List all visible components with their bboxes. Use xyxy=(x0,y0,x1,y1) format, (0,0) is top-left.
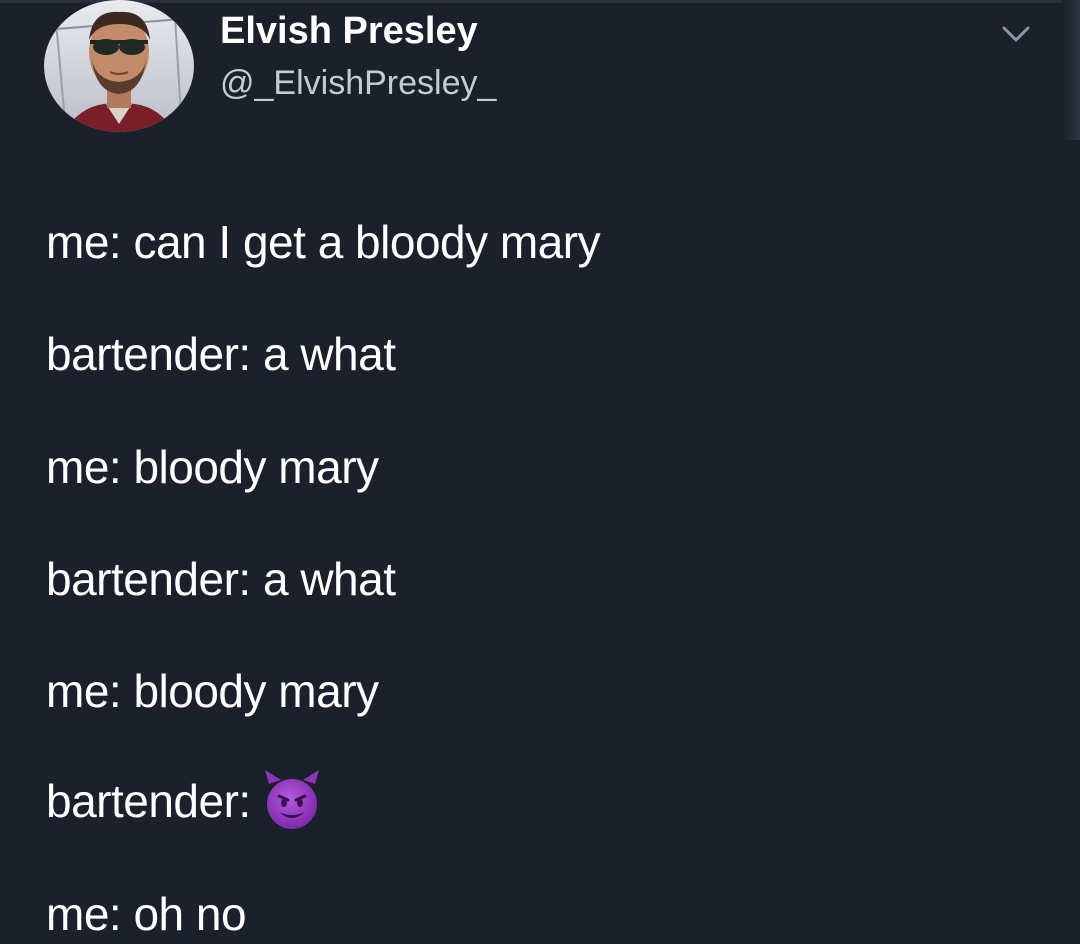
tweet-card: Elvish Presley @_ElvishPresley_ me: can … xyxy=(0,0,1080,940)
author-handle[interactable]: @_ElvishPresley_ xyxy=(220,60,496,106)
tweet-line: me: bloody mary xyxy=(46,441,379,493)
tweet-line: me: oh no xyxy=(46,888,247,940)
tweet-line: me: can I get a bloody mary xyxy=(46,216,601,268)
top-divider xyxy=(0,0,1080,3)
smiling-imp-emoji xyxy=(257,766,327,836)
tweet-line: bartender: a what xyxy=(46,553,396,605)
author-name[interactable]: Elvish Presley xyxy=(220,6,478,56)
tweet-line-text: bartender: xyxy=(46,775,251,827)
edge-shadow xyxy=(1062,0,1080,140)
avatar[interactable] xyxy=(44,0,194,132)
tweet-line-with-emoji: bartender: xyxy=(46,769,327,836)
chevron-down-icon[interactable] xyxy=(996,14,1036,54)
tweet-line: me: bloody mary xyxy=(46,665,379,717)
tweet-line: bartender: a what xyxy=(46,328,396,380)
